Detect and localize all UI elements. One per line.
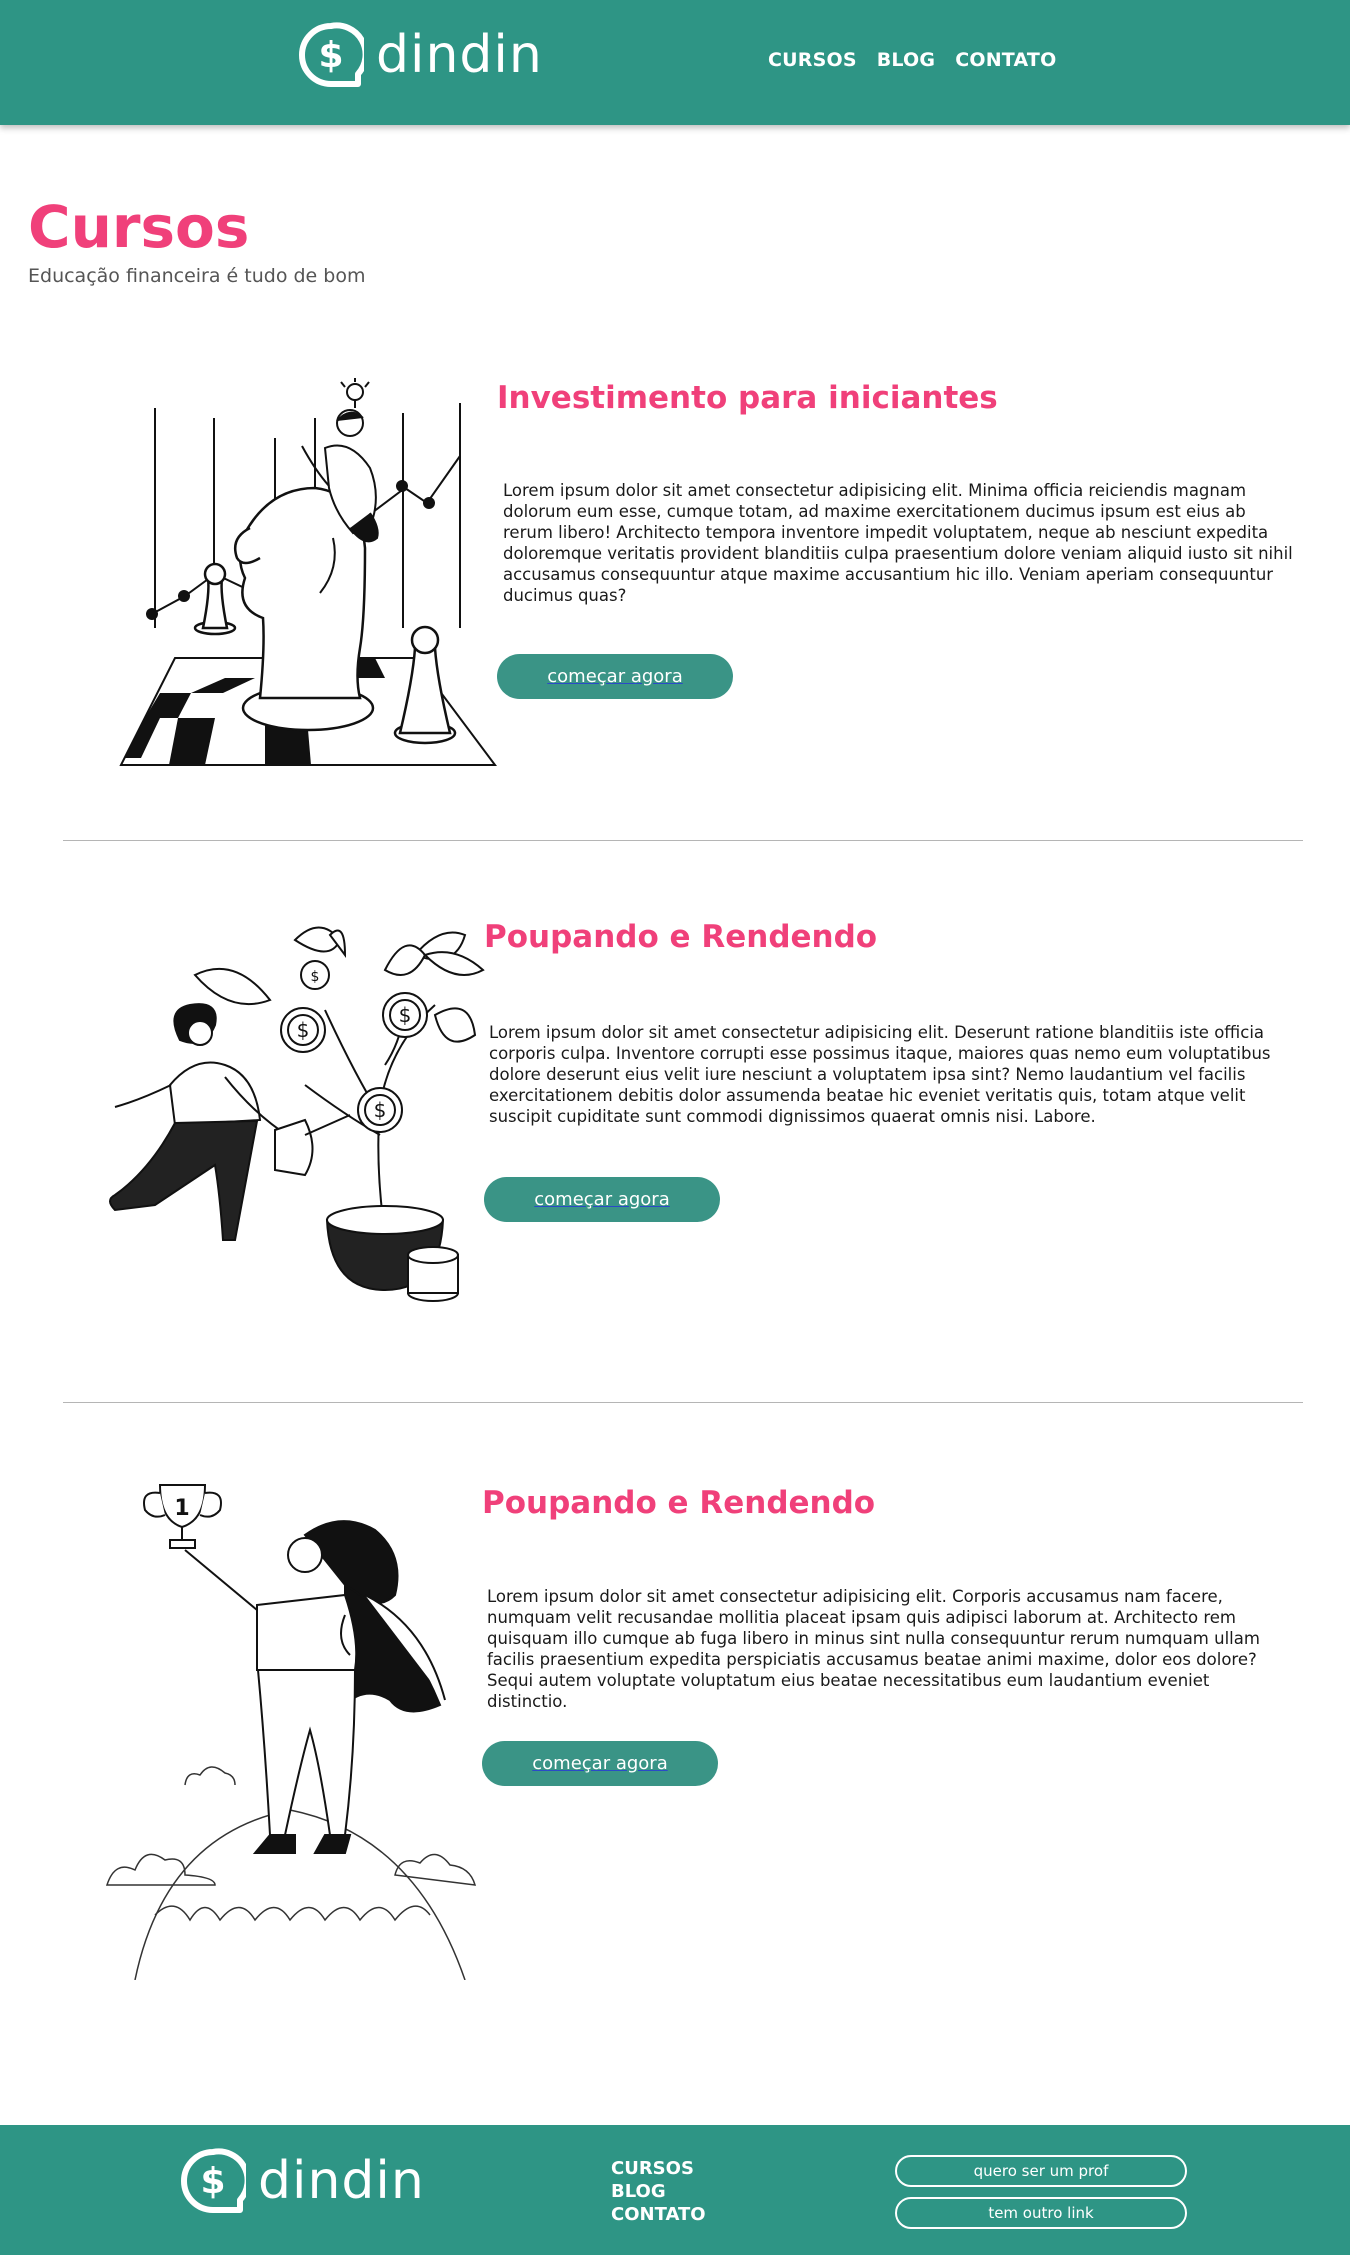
site-header: $ dindin CURSOS BLOG CONTATO (0, 0, 1350, 125)
svg-text:$: $ (374, 1098, 387, 1122)
course-title: Poupando e Rendendo (482, 1485, 876, 1521)
page-subtitle: Educação financeira é tudo de bom (28, 265, 366, 287)
trophy-winner-illustration: 1 (105, 1484, 477, 1980)
logo-text: dindin (376, 25, 543, 85)
svg-text:$: $ (399, 1003, 412, 1027)
other-link-button[interactable]: tem outro link (895, 2197, 1187, 2229)
dollar-bubble-icon: $ (299, 22, 364, 87)
start-now-button[interactable]: começar agora (482, 1741, 718, 1786)
footer-nav-blog[interactable]: BLOG (611, 2180, 706, 2203)
footer-nav-cursos[interactable]: CURSOS (611, 2157, 706, 2180)
site-footer: $ dindin CURSOS BLOG CONTATO quero ser u… (0, 2125, 1350, 2255)
become-teacher-button[interactable]: quero ser um prof (895, 2155, 1187, 2187)
footer-logo[interactable]: $ dindin (180, 2148, 425, 2214)
course-description: Lorem ipsum dolor sit amet consectetur a… (503, 481, 1293, 605)
start-now-button[interactable]: começar agora (484, 1177, 720, 1222)
divider (63, 840, 1303, 841)
svg-text:$: $ (318, 35, 343, 76)
divider (63, 1402, 1303, 1403)
start-now-button[interactable]: começar agora (497, 654, 733, 699)
dollar-bubble-icon: $ (181, 2148, 246, 2213)
svg-text:$: $ (311, 969, 320, 985)
logo-text: dindin (258, 2151, 425, 2211)
course-description: Lorem ipsum dolor sit amet consectetur a… (489, 1023, 1271, 1126)
footer-nav: CURSOS BLOG CONTATO (611, 2157, 706, 2226)
nav-blog[interactable]: BLOG (877, 49, 935, 71)
money-tree-illustration: $ $ $ $ (109, 926, 485, 1302)
svg-text:$: $ (200, 2161, 225, 2202)
chess-investor-illustration (119, 378, 497, 766)
course-title: Investimento para iniciantes (497, 380, 998, 416)
main-nav: CURSOS BLOG CONTATO (768, 49, 1056, 71)
svg-text:1: 1 (174, 1496, 189, 1521)
logo[interactable]: $ dindin (298, 22, 543, 88)
footer-nav-contato[interactable]: CONTATO (611, 2203, 706, 2226)
course-title: Poupando e Rendendo (484, 919, 878, 955)
course-card: 1 Poupando e Rendendo Lorem ipsum dolor … (0, 1475, 1350, 1995)
page-title: Cursos (28, 193, 250, 261)
course-card: $ $ $ $ Poupando e Rendendo Lorem ipsum do (0, 915, 1350, 1315)
nav-cursos[interactable]: CURSOS (768, 49, 857, 71)
svg-text:$: $ (297, 1018, 310, 1042)
page: $ dindin CURSOS BLOG CONTATO Cursos Educ… (0, 0, 1350, 2255)
course-description: Lorem ipsum dolor sit amet consectetur a… (487, 1587, 1260, 1711)
nav-contato[interactable]: CONTATO (955, 49, 1056, 71)
course-card: Investimento para iniciantes Lorem ipsum… (0, 370, 1350, 790)
